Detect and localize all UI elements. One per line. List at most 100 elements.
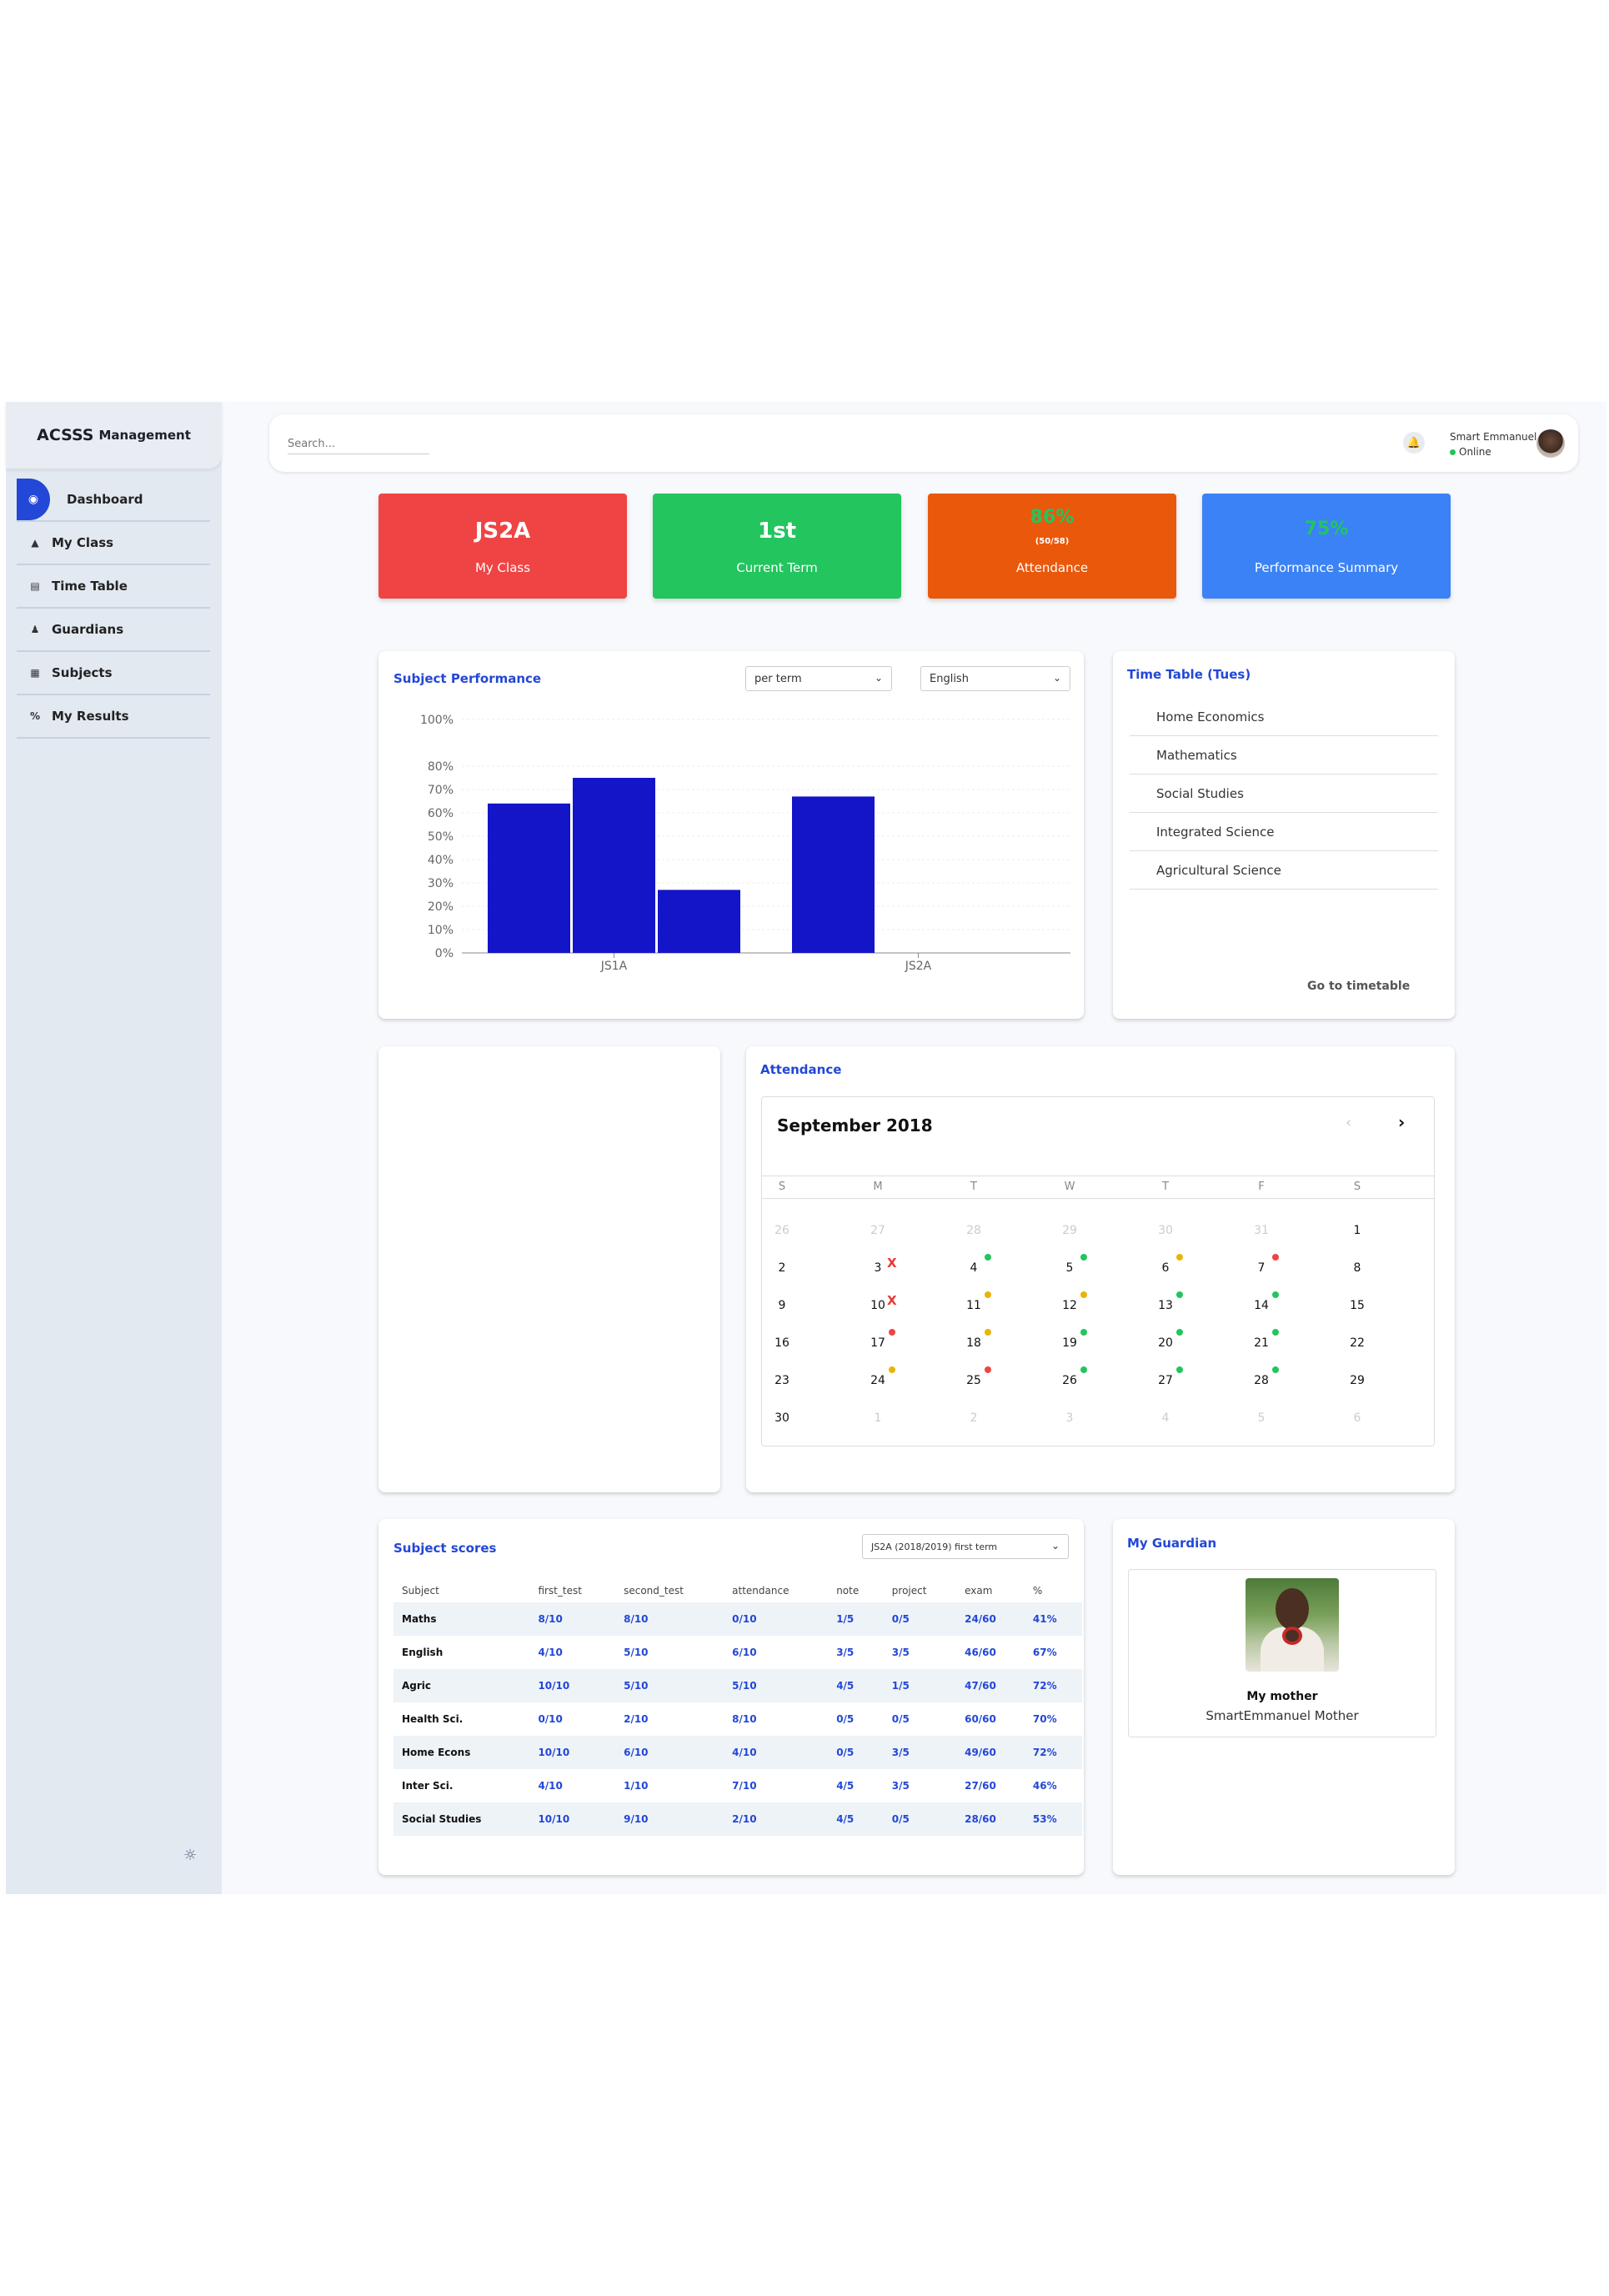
calendar-day[interactable]: 2 [957,1411,990,1425]
stat-label: Attendance [1015,560,1089,575]
calendar-day[interactable]: 28 [1245,1374,1278,1387]
search-input[interactable] [288,434,429,454]
calendar-day[interactable]: 23 [765,1374,799,1387]
table-row[interactable]: Maths 8/10 8/10 0/10 1/5 0/5 24/60 41% [393,1602,1082,1636]
calendar-day[interactable]: 18 [957,1336,990,1350]
calendar-day[interactable]: 15 [1341,1299,1374,1312]
table-column-header[interactable]: second_test [615,1579,724,1602]
chart-bar[interactable] [573,778,655,953]
table-column-header[interactable]: % [1025,1579,1082,1602]
table-column-header[interactable]: Subject [393,1579,529,1602]
table-row[interactable]: English 4/10 5/10 6/10 3/5 3/5 46/60 67% [393,1636,1082,1669]
timetable-item[interactable]: Mathematics [1130,736,1438,775]
calendar-weekday: F [1258,1181,1265,1193]
table-column-header[interactable]: exam [956,1579,1025,1602]
sun-icon[interactable]: ☼ [183,1847,197,1864]
calendar-weekday: T [1162,1181,1169,1193]
chevron-right-icon[interactable]: › [1398,1112,1405,1132]
calendar-day[interactable]: 16 [765,1336,799,1350]
table-row[interactable]: Inter Sci. 4/10 1/10 7/10 4/5 3/5 27/60 46% [393,1769,1082,1802]
timetable-title: Time Table (Tues) [1127,667,1251,682]
calendar-day[interactable]: 5 [1053,1261,1086,1275]
calendar-day[interactable]: 22 [1341,1336,1374,1350]
absent-x-icon: X [887,1256,897,1271]
sidebar-item-my-class[interactable]: ▲ My Class [17,522,210,565]
calendar-day[interactable]: 21 [1245,1336,1278,1350]
calendar-day[interactable]: 26 [1053,1374,1086,1387]
calendar-day[interactable]: 8 [1341,1261,1374,1275]
calendar-day[interactable]: 29 [1053,1224,1086,1237]
stat-card-performance[interactable]: 75% Performance Summary [1202,494,1451,599]
avatar[interactable] [1536,429,1565,458]
calendar-day[interactable]: 4 [957,1261,990,1275]
calendar-day[interactable]: 24 [861,1374,895,1387]
term-select[interactable]: JS2A (2018/2019) first term ⌄ [862,1534,1069,1559]
calendar-day[interactable]: 14 [1245,1299,1278,1312]
stat-card-class[interactable]: JS2A My Class [378,494,627,599]
calendar-day[interactable]: 29 [1341,1374,1374,1387]
calendar-day[interactable]: 1 [861,1411,895,1425]
calendar-day[interactable]: 11 [957,1299,990,1312]
calendar-day[interactable]: 12 [1053,1299,1086,1312]
go-to-timetable-link[interactable]: Go to timetable [1307,980,1410,993]
calendar-day[interactable]: 19 [1053,1336,1086,1350]
calendar-day[interactable]: 28 [957,1224,990,1237]
timetable-item[interactable]: Social Studies [1130,775,1438,813]
table-cell-subject: Home Econs [393,1736,530,1769]
calendar-day[interactable]: 3 [1053,1411,1086,1425]
calendar-day[interactable]: 31 [1245,1224,1278,1237]
app-shell: ACSSS Management ◉ Dashboard ▲ My Class … [6,402,1606,1894]
calendar-day[interactable]: 17 [861,1336,895,1350]
sidebar-item-time-table[interactable]: ▤ Time Table [17,565,210,609]
sidebar-item-my-results[interactable]: % My Results [17,695,210,739]
stat-card-term[interactable]: 1st Current Term [653,494,901,599]
chart-bar[interactable] [658,890,740,953]
calendar-day[interactable]: 2 [765,1261,799,1275]
calendar-day[interactable]: 25 [957,1374,990,1387]
calendar-day[interactable]: 30 [765,1411,799,1425]
timetable-item[interactable]: Integrated Science [1130,813,1438,851]
guardian-relation: My mother [1246,1690,1318,1703]
calendar-day[interactable]: 27 [1149,1374,1182,1387]
chevron-left-icon[interactable]: ‹ [1346,1114,1351,1131]
calendar-day[interactable]: 13 [1149,1299,1182,1312]
sidebar-item-subjects[interactable]: ▦ Subjects [17,652,210,695]
table-cell: 5/10 [624,1647,649,1658]
calendar-day[interactable]: 27 [861,1224,895,1237]
table-row[interactable]: Home Econs 10/10 6/10 4/10 0/5 3/5 49/60 72% [393,1736,1082,1769]
table-row[interactable]: Social Studies 10/10 9/10 2/10 4/5 0/5 28/60 53… [393,1802,1082,1836]
sidebar-item-dashboard[interactable]: ◉ Dashboard [17,479,210,522]
attendance-green-dot-icon [1272,1329,1279,1336]
sidebar-item-guardians[interactable]: ♟ Guardians [17,609,210,652]
stat-card-attendance[interactable]: 86% (50/58) Attendance [928,494,1176,599]
brand-logo[interactable]: ACSSS Management [6,402,222,469]
table-column-header[interactable]: attendance [724,1579,828,1602]
calendar-day[interactable]: 26 [765,1224,799,1237]
calendar-day[interactable]: 6 [1149,1261,1182,1275]
calendar-day[interactable]: 1 [1341,1224,1374,1237]
calendar-day[interactable]: 30 [1149,1224,1182,1237]
chart-bar[interactable] [792,796,875,953]
calendar-day[interactable]: 4 [1149,1411,1182,1425]
guardian-photo [1246,1578,1339,1672]
calendar-day[interactable]: 7 [1245,1261,1278,1275]
timetable-item[interactable]: Agricultural Science [1130,851,1438,890]
subject-performance-chart: 0% 10% 20% 30% 40% 50% 60% 70% 80% 100% JS1A JS2A [420,714,1070,973]
bell-icon[interactable]: 🔔 [1403,432,1425,454]
attendance-green-dot-icon [1080,1329,1087,1336]
table-row[interactable]: Agric 10/10 5/10 5/10 4/5 1/5 47/60 72% [393,1669,1082,1702]
chart-bar[interactable] [488,803,570,953]
table-row[interactable]: Health Sci. 0/10 2/10 8/10 0/5 0/5 60/60 70% [393,1702,1082,1736]
calendar-day[interactable]: 9 [765,1299,799,1312]
table-cell: 2/10 [624,1713,649,1725]
table-column-header[interactable]: project [884,1579,956,1602]
calendar-day[interactable]: 6 [1341,1411,1374,1425]
calendar-day[interactable]: 20 [1149,1336,1182,1350]
calendar-day[interactable]: 5 [1245,1411,1278,1425]
timetable-item[interactable]: Home Economics [1130,698,1438,736]
guardian-title: My Guardian [1127,1536,1217,1551]
table-column-header[interactable]: note [828,1579,884,1602]
stat-value: 1st [758,519,796,544]
table-column-header[interactable]: first_test [529,1579,615,1602]
guardian-card[interactable]: My mother SmartEmmanuel Mother [1128,1569,1436,1737]
